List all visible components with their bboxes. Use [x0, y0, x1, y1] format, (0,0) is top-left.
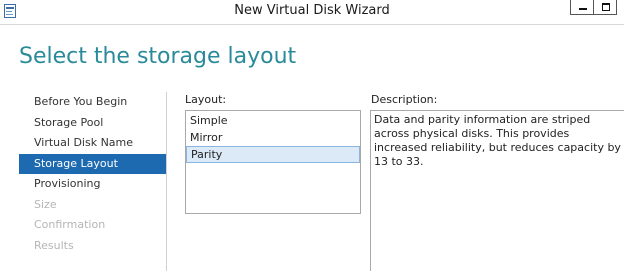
wizard-steps-nav: Before You Begin Storage Pool Virtual Di…: [19, 92, 167, 271]
description-label: Description:: [371, 93, 438, 106]
minimize-button[interactable]: [570, 0, 594, 15]
nav-step-virtual-disk-name[interactable]: Virtual Disk Name: [19, 133, 166, 154]
layout-option-simple[interactable]: Simple: [186, 112, 360, 129]
layout-option-mirror[interactable]: Mirror: [186, 129, 360, 146]
maximize-button[interactable]: [593, 0, 617, 15]
nav-step-storage-pool[interactable]: Storage Pool: [19, 113, 166, 134]
layout-label: Layout:: [185, 93, 227, 106]
nav-step-storage-layout[interactable]: Storage Layout: [19, 153, 166, 174]
layout-listbox[interactable]: Simple Mirror Parity: [185, 110, 361, 214]
title-bar: New Virtual Disk Wizard: [0, 0, 624, 25]
description-text: Data and parity information are striped …: [370, 110, 624, 271]
page-title: Select the storage layout: [19, 44, 297, 69]
nav-step-confirmation: Confirmation: [34, 218, 106, 231]
layout-option-parity[interactable]: Parity: [186, 146, 360, 163]
nav-step-size: Size: [34, 197, 57, 211]
nav-step-results: Results: [34, 238, 74, 252]
window-title: New Virtual Disk Wizard: [234, 3, 390, 18]
nav-step-before-you-begin[interactable]: Before You Begin: [19, 92, 166, 113]
nav-step-provisioning[interactable]: Provisioning: [19, 174, 166, 195]
